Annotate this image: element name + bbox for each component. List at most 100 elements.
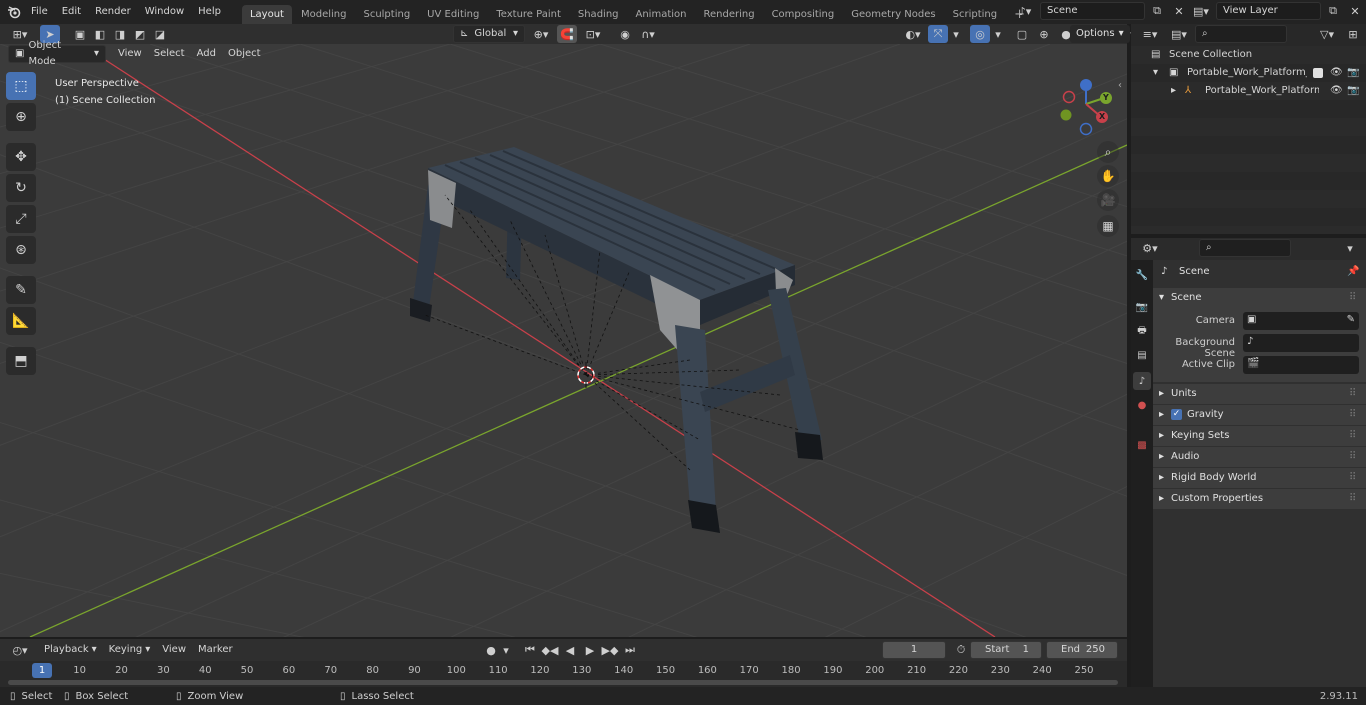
select-subtract-icon[interactable]: ◨ [110,25,130,43]
gizmo-icon[interactable]: ⤧ [928,25,948,43]
jump-keyframe-forward-icon[interactable]: ▶◆ [600,641,620,659]
menu-select[interactable]: Select [148,44,191,64]
menu-help[interactable]: Help [191,1,228,23]
outliner-editor-icon[interactable]: ≡▾ [1137,25,1163,43]
drag-handle-icon[interactable]: ⠿ [1349,426,1356,446]
exclude-checkbox[interactable] [1313,68,1323,78]
delete-view-layer-icon[interactable]: ✕ [1345,2,1365,20]
units-panel[interactable]: ▸ Units ⠿ [1153,384,1366,404]
scene-panel-header[interactable]: ▾ Scene ⠿ [1153,288,1366,308]
new-collection-icon[interactable]: ⊞ [1343,25,1363,43]
cursor-tool-icon[interactable]: ⊕ [6,103,36,131]
jump-start-icon[interactable]: ⏮ [520,641,540,659]
view-layer-tab-icon[interactable]: ▤ [1133,346,1151,364]
add-cube-tool-icon[interactable]: ⬒ [6,347,36,375]
move-tool-icon[interactable]: ✥ [6,143,36,171]
properties-options-icon[interactable]: ▾ [1340,239,1360,257]
tab-animation[interactable]: Animation [628,5,695,24]
menu-keying[interactable]: Keying ▾ [103,640,157,660]
select-intersect-icon[interactable]: ◪ [150,25,170,43]
scale-tool-icon[interactable]: ⤢ [6,205,36,233]
end-frame-field[interactable]: End 250 [1046,641,1118,659]
drag-handle-icon[interactable]: ⠿ [1349,384,1356,404]
tab-layout[interactable]: Layout [241,5,292,24]
transform-tool-icon[interactable]: ⊛ [6,236,36,264]
expand-arrow-icon[interactable]: ▾ [1153,64,1158,82]
overlay-dropdown-icon[interactable]: ▾ [992,25,1004,43]
keying-sets-panel[interactable]: ▸ Keying Sets ⠿ [1153,426,1366,446]
tab-rendering[interactable]: Rendering [695,5,762,24]
menu-playback[interactable]: Playback ▾ [38,640,103,660]
pan-hand-icon[interactable]: ✋ [1097,165,1119,187]
rotate-tool-icon[interactable]: ↻ [6,174,36,202]
eyedropper-icon[interactable]: ✎ [1347,314,1355,325]
active-clip-field[interactable]: 🎬 [1243,356,1359,374]
select-invert-icon[interactable]: ◩ [130,25,150,43]
transform-orientation-dropdown[interactable]: ⊾ Global ▾ [453,25,525,43]
outliner-row-object[interactable]: ▸ ⅄ Portable_Work_Platform_ 👁 📷 [1131,82,1366,100]
expand-arrow-icon[interactable]: ▸ [1171,82,1176,100]
select-extend-icon[interactable]: ◧ [90,25,110,43]
start-frame-field[interactable]: Start 1 [970,641,1042,659]
tab-sculpting[interactable]: Sculpting [355,5,418,24]
properties-search-input[interactable]: ⌕ [1199,239,1291,257]
drag-handle-icon[interactable]: ⠿ [1349,489,1356,509]
custom-properties-panel[interactable]: ▸ Custom Properties ⠿ [1153,489,1366,509]
camera-restrict-icon[interactable]: 📷 [1347,82,1359,100]
xray-icon[interactable]: ▢ [1012,25,1032,43]
zoom-icon[interactable]: ⌕ [1097,141,1119,163]
background-scene-field[interactable]: ♪ [1243,334,1359,352]
camera-restrict-icon[interactable]: 📷 [1347,64,1359,82]
current-frame-field[interactable]: 1 [882,641,946,659]
properties-editor-icon[interactable]: ⚙▾ [1137,239,1163,257]
gizmo-dropdown-icon[interactable]: ▾ [950,25,962,43]
visibility-icon[interactable]: ◐▾ [900,25,926,43]
timeline-ruler[interactable]: 1 10 20 30 40 50 60 70 80 90 100 110 120 130 140 150 160… [0,661,1127,687]
blender-logo-icon[interactable] [4,3,24,21]
play-reverse-icon[interactable]: ◀ [560,641,580,659]
display-mode-icon[interactable]: ▤▾ [1166,25,1192,43]
overlay-icon[interactable]: ◎ [970,25,990,43]
delete-scene-icon[interactable]: ✕ [1169,2,1189,20]
outliner-search-input[interactable]: ⌕ [1195,25,1287,43]
view-layer-field[interactable]: View Layer [1216,2,1321,20]
camera-field[interactable]: ▣ ✎ [1243,312,1359,330]
tab-geometry-nodes[interactable]: Geometry Nodes [843,5,943,24]
output-tab-icon[interactable]: 🖶 [1133,322,1151,340]
menu-file[interactable]: File [24,1,55,23]
gravity-panel[interactable]: ▸ ✓ Gravity ⠿ [1153,405,1366,425]
gizmo-x-label[interactable]: X [1099,112,1105,121]
filter-icon[interactable]: ▽▾ [1314,25,1340,43]
falloff-icon[interactable]: ∩▾ [638,25,658,43]
ortho-grid-icon[interactable]: ▦ [1097,215,1119,237]
scene-tab-icon[interactable]: ♪ [1133,372,1151,390]
outliner-row-collection[interactable]: ▾ ▣ Portable_Work_Platform_Star 👁 📷 [1131,64,1366,82]
select-box-tool-icon[interactable]: ⬚ [6,72,36,100]
scene-icon[interactable]: ♪▾ [1012,2,1038,20]
drag-handle-icon[interactable]: ⠿ [1349,288,1356,308]
tab-compositing[interactable]: Compositing [764,5,843,24]
gravity-checkbox[interactable]: ✓ [1171,409,1182,420]
drag-handle-icon[interactable]: ⠿ [1349,405,1356,425]
jump-keyframe-back-icon[interactable]: ◆◀ [540,641,560,659]
pin-icon[interactable]: 📌 [1347,262,1359,282]
jump-end-icon[interactable]: ⏭ [620,641,640,659]
snap-icon[interactable]: 🧲 [557,25,577,43]
timeline-editor-icon[interactable]: ◴▾ [6,641,34,659]
audio-panel[interactable]: ▸ Audio ⠿ [1153,447,1366,467]
options-button[interactable]: Options ▾ [1070,25,1130,43]
scene-name-field[interactable]: Scene [1040,2,1145,20]
drag-handle-icon[interactable]: ⠿ [1349,447,1356,467]
snap-target-icon[interactable]: ⊡▾ [580,25,606,43]
tab-scripting[interactable]: Scripting [945,5,1005,24]
timeline-scrollbar[interactable] [8,680,1118,685]
gizmo-y-label[interactable]: Y [1103,93,1109,102]
world-tab-icon[interactable]: ● [1133,396,1151,414]
render-tab-icon[interactable]: 📷 [1133,298,1151,316]
stopwatch-icon[interactable]: ⏱ [951,641,971,659]
wireframe-shading-icon[interactable]: ⊕ [1034,25,1054,43]
drag-handle-icon[interactable]: ⠿ [1349,468,1356,488]
eye-icon[interactable]: 👁 [1330,82,1343,100]
play-icon[interactable]: ▶ [580,641,600,659]
menu-marker[interactable]: Marker [192,640,239,660]
